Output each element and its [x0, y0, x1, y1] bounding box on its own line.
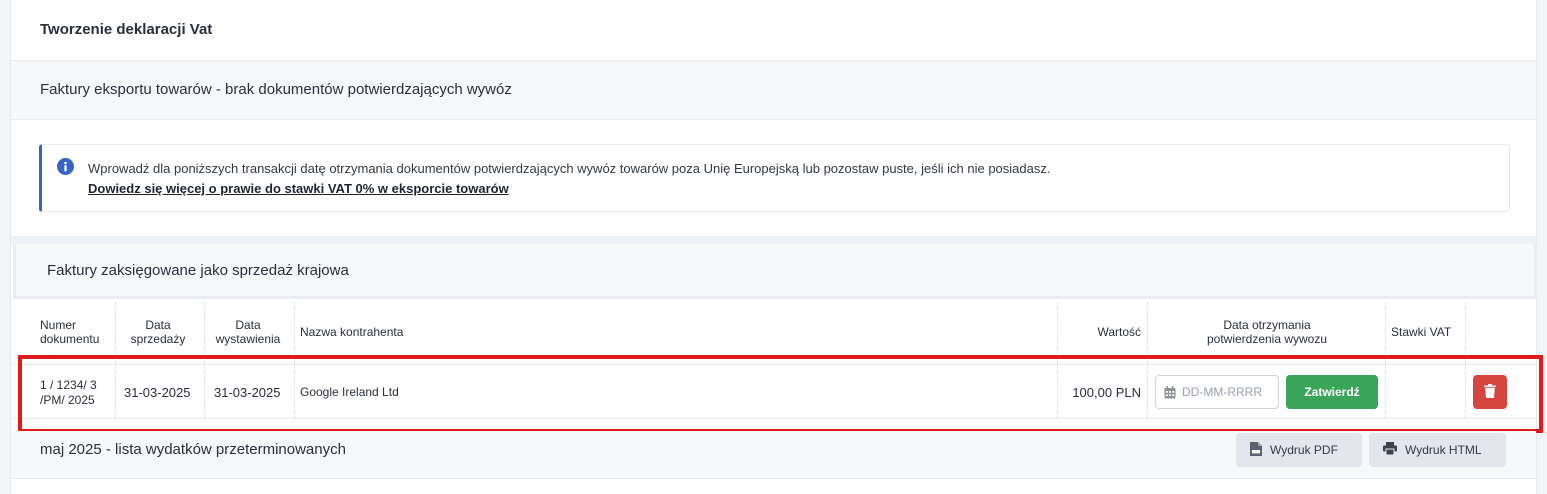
confirm-date-input[interactable]: [1182, 383, 1276, 401]
cell-sale-date: 31-03-2025: [124, 385, 191, 400]
vat-declaration-card: Tworzenie deklaracji Vat Faktury eksport…: [10, 0, 1543, 494]
col-issue-date-line2: wystawienia: [215, 332, 281, 346]
expenses-section-header: maj 2025 - lista wydatków przeterminowan…: [11, 431, 1536, 479]
col-value: Wartość: [1097, 325, 1141, 339]
header: Tworzenie deklaracji Vat: [11, 0, 1536, 61]
page-title: Tworzenie deklaracji Vat: [40, 21, 213, 38]
pdf-file-icon: [1250, 441, 1262, 459]
col-separator: [294, 302, 295, 418]
col-doc-number: Numer dokumentu: [40, 318, 99, 346]
col-separator: [1465, 302, 1466, 418]
domestic-invoices-section-header: Faktury zaksięgowane jako sprzedaż krajo…: [13, 244, 1537, 299]
print-html-button[interactable]: Wydruk HTML: [1369, 433, 1506, 467]
info-icon: [57, 158, 74, 175]
col-separator: [1147, 302, 1148, 418]
col-confirm-date-line2: potwierdzenia wywozu: [1206, 332, 1328, 346]
print-pdf-button[interactable]: Wydruk PDF: [1236, 433, 1362, 467]
section-divider: [11, 236, 1536, 244]
col-contractor: Nazwa kontrahenta: [300, 325, 404, 339]
doc-number-line1: 1 / 1234/ 3: [40, 378, 97, 392]
doc-number-line2: /PM/ 2025: [40, 393, 95, 407]
col-sale-date-line1: Data: [145, 318, 171, 332]
print-html-label: Wydruk HTML: [1405, 443, 1482, 457]
cell-contractor: Google Ireland Ltd: [300, 385, 399, 399]
col-issue-date: Data wystawienia: [207, 318, 289, 346]
col-separator: [204, 302, 205, 418]
calendar-icon: [1164, 386, 1176, 404]
col-doc-number-line1: Numer: [40, 318, 77, 332]
expenses-section-title: maj 2025 - lista wydatków przeterminowan…: [40, 441, 346, 458]
col-confirm-date: Data otrzymania potwierdzenia wywozu: [1148, 318, 1386, 346]
confirm-button[interactable]: Zatwierdź: [1286, 375, 1378, 409]
col-sale-date: Data sprzedaży: [127, 318, 189, 346]
info-text: Wprowadź dla poniższych transakcji datę …: [88, 161, 1051, 176]
learn-more-link[interactable]: Dowiedz się więcej o prawie do stawki VA…: [88, 181, 509, 196]
trash-icon: [1484, 383, 1496, 401]
export-section-title: Faktury eksportu towarów - brak dokument…: [40, 81, 512, 98]
col-confirm-date-line1: Data otrzymania: [1223, 318, 1311, 332]
cell-value: 100,00 PLN: [1072, 385, 1141, 400]
col-separator: [1057, 302, 1058, 418]
col-vat-rates: Stawki VAT: [1391, 325, 1452, 339]
col-issue-date-line1: Data: [235, 318, 261, 332]
print-pdf-label: Wydruk PDF: [1270, 443, 1338, 457]
confirm-date-field[interactable]: [1155, 375, 1279, 409]
col-separator: [1385, 302, 1386, 418]
cell-issue-date: 31-03-2025: [214, 385, 281, 400]
cell-doc-number: 1 / 1234/ 3 /PM/ 2025: [40, 378, 97, 408]
delete-button[interactable]: [1473, 375, 1507, 409]
row-divider: [11, 418, 1536, 419]
export-invoices-section-header: Faktury eksportu towarów - brak dokument…: [11, 61, 1536, 120]
domestic-section-title: Faktury zaksięgowane jako sprzedaż krajo…: [47, 262, 349, 279]
row-divider: [11, 364, 1536, 365]
info-alert: Wprowadź dla poniższych transakcji datę …: [39, 144, 1510, 212]
printer-icon: [1383, 442, 1397, 458]
col-sale-date-line2: sprzedaży: [130, 332, 186, 346]
col-separator: [115, 302, 116, 418]
col-doc-number-line2: dokumentu: [40, 332, 100, 346]
